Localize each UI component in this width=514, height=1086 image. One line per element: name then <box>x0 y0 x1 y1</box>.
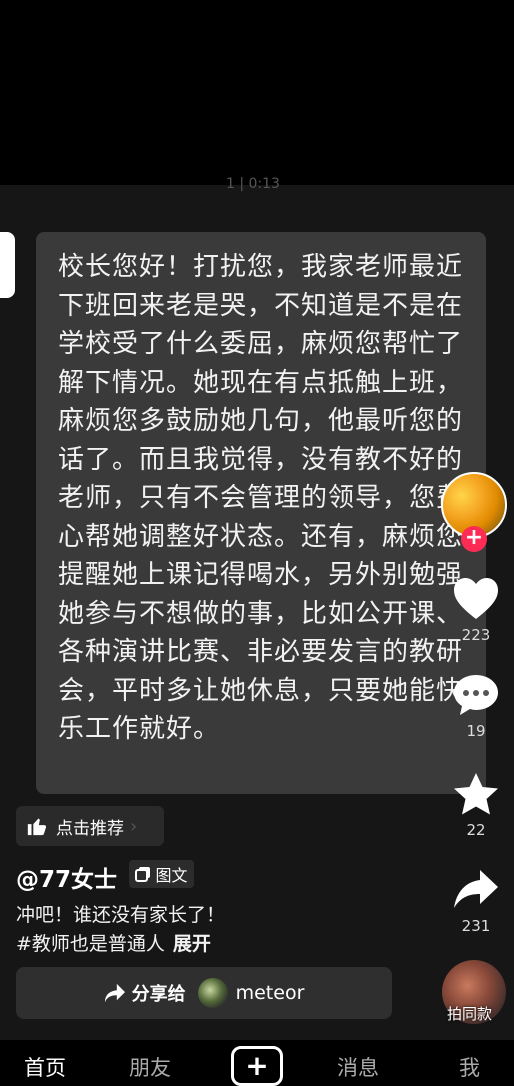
share-bar[interactable]: 分享给 meteor <box>16 967 392 1019</box>
comment-count: 19 <box>466 722 486 740</box>
author-name[interactable]: @77女士 <box>16 860 117 894</box>
music-same-style-label[interactable]: 拍同款 <box>447 1003 492 1024</box>
hashtag-link[interactable]: #教师也是普通人 <box>16 933 165 955</box>
share-icon[interactable] <box>452 868 500 912</box>
heart-icon[interactable] <box>452 577 500 621</box>
post-type-badge: 图文 <box>129 860 194 888</box>
expand-link[interactable]: 展开 <box>173 933 211 955</box>
recommend-label: 点击推荐 <box>56 818 124 839</box>
share-count: 231 <box>461 917 491 935</box>
thumbs-up-icon <box>27 818 47 836</box>
favorite-count: 22 <box>466 821 486 839</box>
nav-messages[interactable]: 消息 <box>337 1052 379 1082</box>
star-icon[interactable] <box>452 772 500 816</box>
share-user-avatar <box>197 978 228 1008</box>
nav-home[interactable]: 首页 <box>24 1052 66 1082</box>
share-label: 分享给 <box>131 984 186 1005</box>
image-text-icon <box>135 867 151 882</box>
share-user-name: meteor <box>235 982 305 1004</box>
post-tags: #教师也是普通人 展开 <box>16 929 211 956</box>
message-card: 校长您好！打扰您，我家老师最近下班回来老是哭，不知道是不是在学校受了什么委屈，麻… <box>36 232 486 794</box>
message-text: 校长您好！打扰您，我家老师最近下班回来老是哭，不知道是不是在学校受了什么委屈，麻… <box>58 252 464 744</box>
post-type-label: 图文 <box>155 866 188 885</box>
background-time: 1 | 0:13 <box>226 176 280 192</box>
follow-button[interactable]: + <box>461 526 487 552</box>
chevron-right-icon: › <box>130 815 138 837</box>
comment-icon[interactable] <box>452 673 500 717</box>
like-count: 223 <box>461 626 491 644</box>
recommend-button[interactable]: 点击推荐 › <box>16 806 164 846</box>
nav-friends[interactable]: 朋友 <box>129 1052 171 1082</box>
nav-me[interactable]: 我 <box>459 1052 480 1082</box>
post-caption: 冲吧！谁还没有家长了！ <box>16 904 226 926</box>
share-arrow-icon <box>104 983 125 1003</box>
create-button[interactable]: + <box>231 1046 283 1086</box>
previous-card-edge[interactable] <box>0 232 15 298</box>
